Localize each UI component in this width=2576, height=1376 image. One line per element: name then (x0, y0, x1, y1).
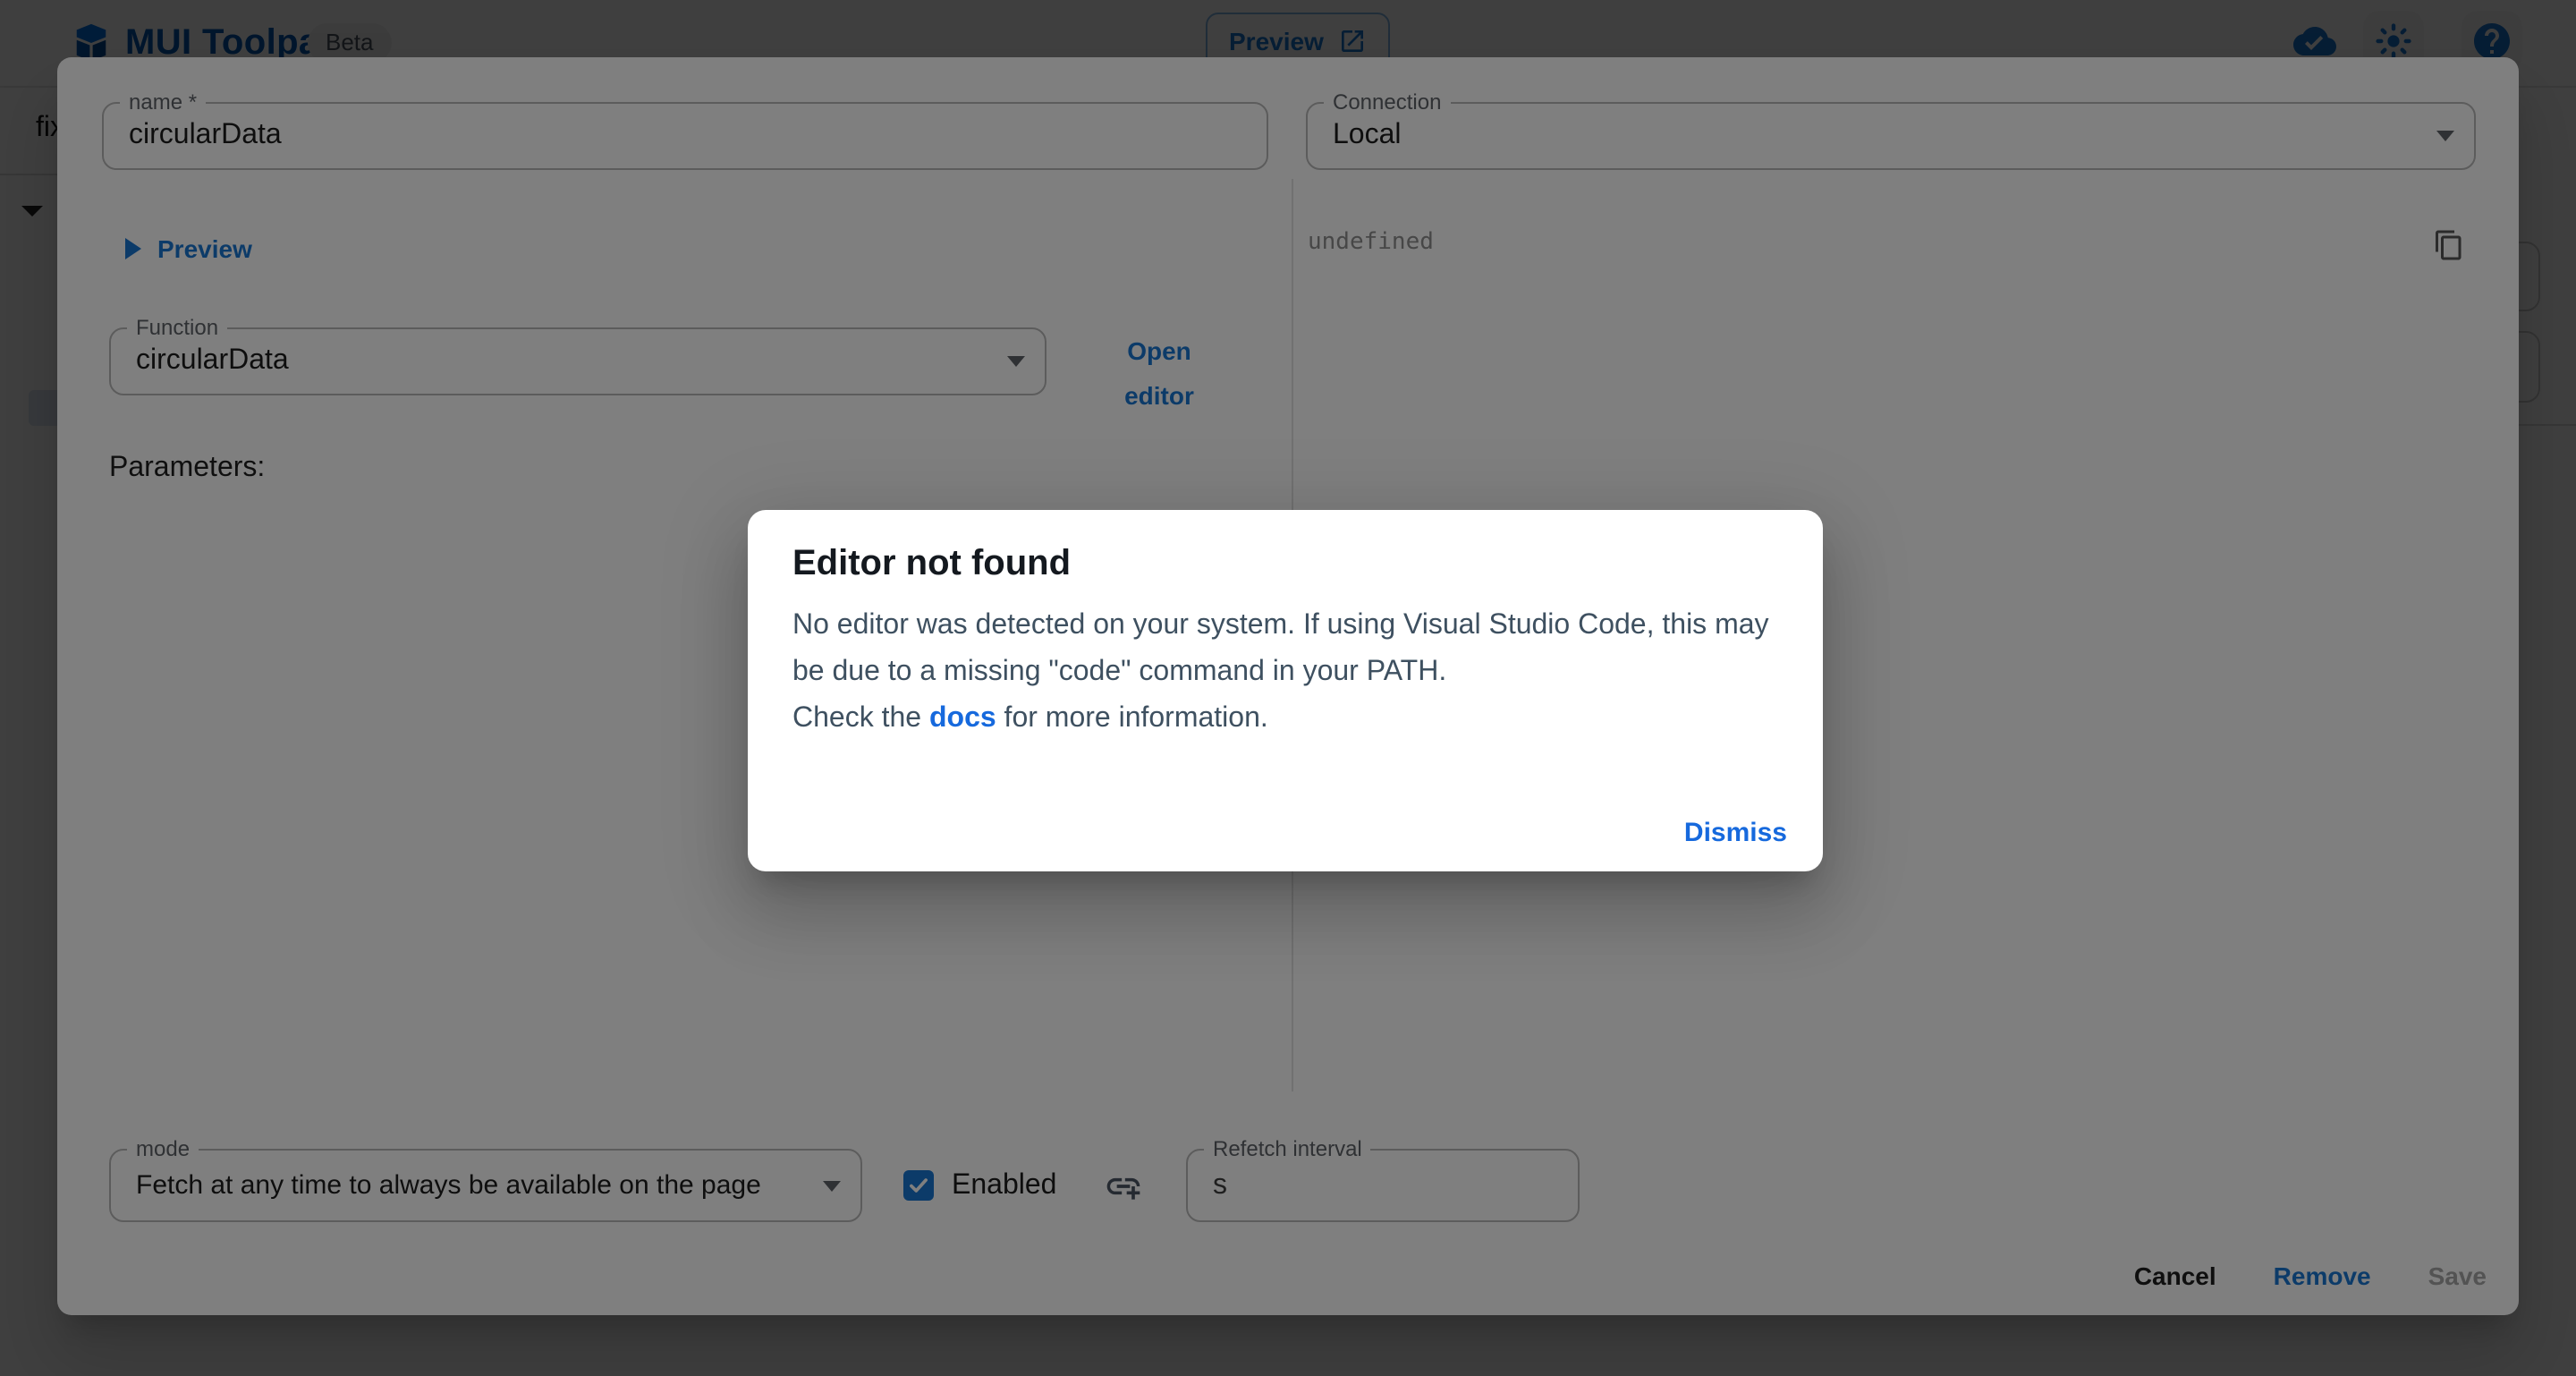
modal-check-prefix: Check the (792, 703, 929, 734)
modal-body: No editor was detected on your system. I… (792, 603, 1787, 743)
dismiss-button[interactable]: Dismiss (1684, 818, 1787, 848)
modal-body-text: No editor was detected on your system. I… (792, 610, 1769, 687)
docs-link[interactable]: docs (929, 703, 996, 734)
modal-title: Editor not found (792, 544, 1071, 585)
editor-not-found-modal: Editor not found No editor was detected … (748, 510, 1823, 871)
screen: MUI Toolpad Beta Preview (0, 0, 2576, 1376)
modal-check-suffix: for more information. (996, 703, 1268, 734)
